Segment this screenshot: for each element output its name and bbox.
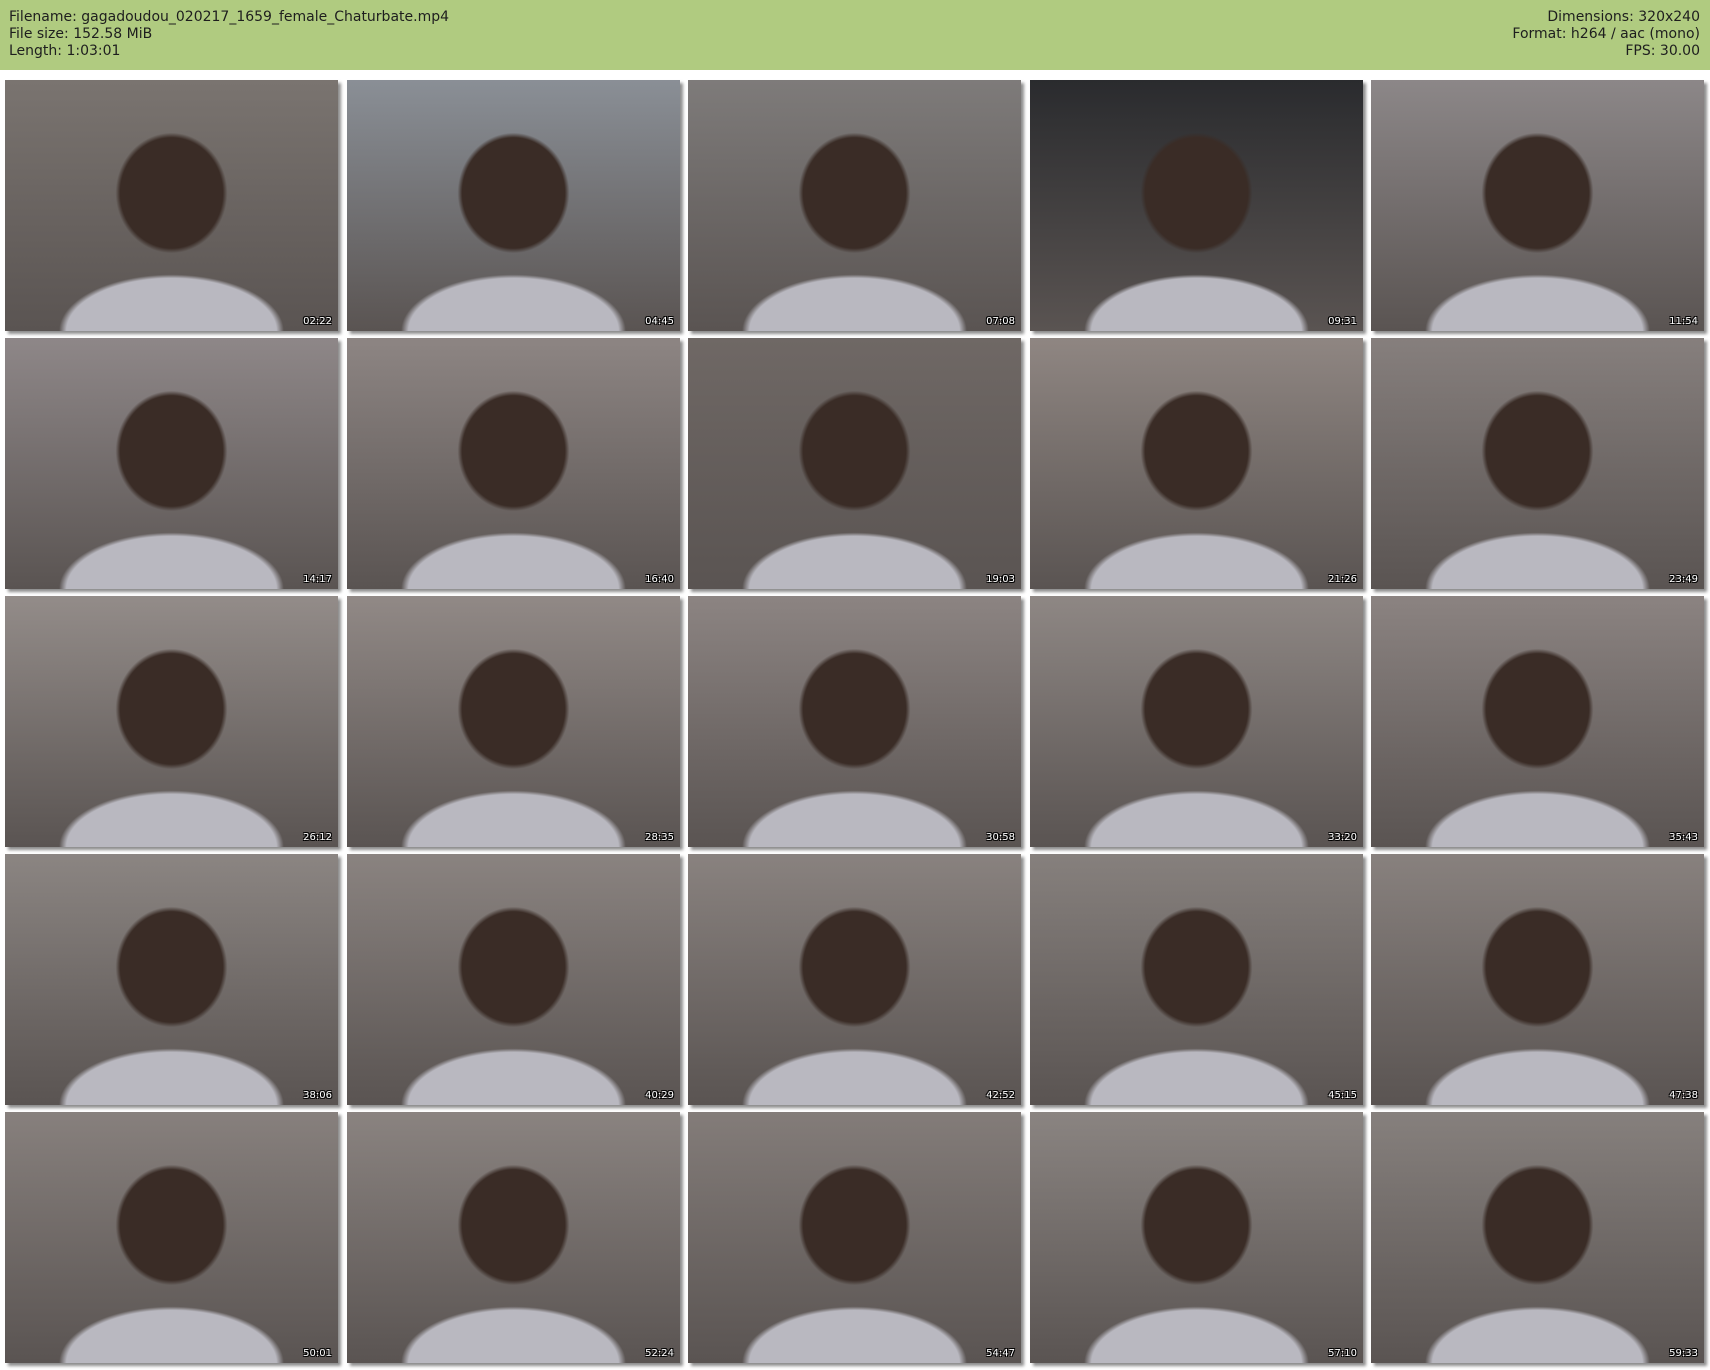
length-text: Length: 1:03:01 [9,43,121,59]
thumbnail-image [5,338,338,589]
timestamp-label: 33:20 [1328,832,1357,843]
thumbnail-image [1371,854,1704,1105]
thumbnail-image [347,596,680,847]
video-thumbnail: 59:33 [1371,1112,1704,1363]
video-thumbnail: 30:58 [688,596,1021,847]
video-thumbnail: 42:52 [688,854,1021,1105]
video-thumbnail: 07:08 [688,80,1021,331]
video-thumbnail: 50:01 [5,1112,338,1363]
thumbnail-image [688,854,1021,1105]
format-text: Format: h264 / aac (mono) [1512,26,1700,42]
thumbnail-image [1030,854,1363,1105]
timestamp-label: 47:38 [1669,1090,1698,1101]
video-thumbnail: 09:31 [1030,80,1363,331]
timestamp-label: 16:40 [645,574,674,585]
timestamp-label: 38:06 [303,1090,332,1101]
thumbnail-image [1371,1112,1704,1363]
video-thumbnail: 28:35 [347,596,680,847]
video-thumbnail: 11:54 [1371,80,1704,331]
timestamp-label: 11:54 [1669,316,1698,327]
thumbnail-image [688,1112,1021,1363]
video-thumbnail: 40:29 [347,854,680,1105]
timestamp-label: 28:35 [645,832,674,843]
video-thumbnail: 21:26 [1030,338,1363,589]
thumbnail-image [5,1112,338,1363]
thumbnail-image [1030,338,1363,589]
video-thumbnail: 26:12 [5,596,338,847]
thumbnail-image [1030,596,1363,847]
thumbnail-image [347,80,680,331]
thumbnail-grid: 02:22 04:45 07:08 09:31 11:54 14:17 16:40 19:03… [5,80,1707,1366]
thumbnail-image [1371,596,1704,847]
video-thumbnail: 19:03 [688,338,1021,589]
timestamp-label: 14:17 [303,574,332,585]
timestamp-label: 52:24 [645,1348,674,1359]
video-thumbnail: 52:24 [347,1112,680,1363]
thumbnail-image [1371,338,1704,589]
video-thumbnail: 14:17 [5,338,338,589]
file-info-right: Dimensions: 320x240 Format: h264 / aac (… [1512,9,1700,60]
timestamp-label: 26:12 [303,832,332,843]
timestamp-label: 09:31 [1328,316,1357,327]
thumbnail-image [1030,80,1363,331]
thumbnail-image [688,338,1021,589]
timestamp-label: 19:03 [986,574,1015,585]
file-size-text: File size: 152.58 MiB [9,26,153,42]
timestamp-label: 23:49 [1669,574,1698,585]
info-header: Filename: gagadoudou_020217_1659_female_… [0,0,1710,70]
filename-text: Filename: gagadoudou_020217_1659_female_… [9,9,450,25]
file-info-left: Filename: gagadoudou_020217_1659_female_… [9,9,449,60]
timestamp-label: 42:52 [986,1090,1015,1101]
timestamp-label: 50:01 [303,1348,332,1359]
video-thumbnail: 33:20 [1030,596,1363,847]
video-thumbnail: 45:15 [1030,854,1363,1105]
dimensions-text: Dimensions: 320x240 [1547,9,1700,25]
timestamp-label: 45:15 [1328,1090,1357,1101]
thumbnail-image [5,854,338,1105]
timestamp-label: 04:45 [645,316,674,327]
thumbnail-image [688,80,1021,331]
timestamp-label: 59:33 [1669,1348,1698,1359]
thumbnail-image [688,596,1021,847]
video-thumbnail: 57:10 [1030,1112,1363,1363]
video-thumbnail: 04:45 [347,80,680,331]
video-thumbnail: 02:22 [5,80,338,331]
thumbnail-image [347,854,680,1105]
video-thumbnail: 16:40 [347,338,680,589]
timestamp-label: 54:47 [986,1348,1015,1359]
video-thumbnail: 54:47 [688,1112,1021,1363]
timestamp-label: 07:08 [986,316,1015,327]
video-thumbnail: 47:38 [1371,854,1704,1105]
thumbnail-image [5,596,338,847]
timestamp-label: 21:26 [1328,574,1357,585]
timestamp-label: 35:43 [1669,832,1698,843]
thumbnail-image [1030,1112,1363,1363]
thumbnail-image [1371,80,1704,331]
timestamp-label: 02:22 [303,316,332,327]
timestamp-label: 57:10 [1328,1348,1357,1359]
video-thumbnail: 38:06 [5,854,338,1105]
video-thumbnail: 35:43 [1371,596,1704,847]
thumbnail-image [347,338,680,589]
timestamp-label: 40:29 [645,1090,674,1101]
thumbnail-image [347,1112,680,1363]
fps-text: FPS: 30.00 [1625,43,1700,59]
timestamp-label: 30:58 [986,832,1015,843]
video-thumbnail: 23:49 [1371,338,1704,589]
thumbnail-image [5,80,338,331]
